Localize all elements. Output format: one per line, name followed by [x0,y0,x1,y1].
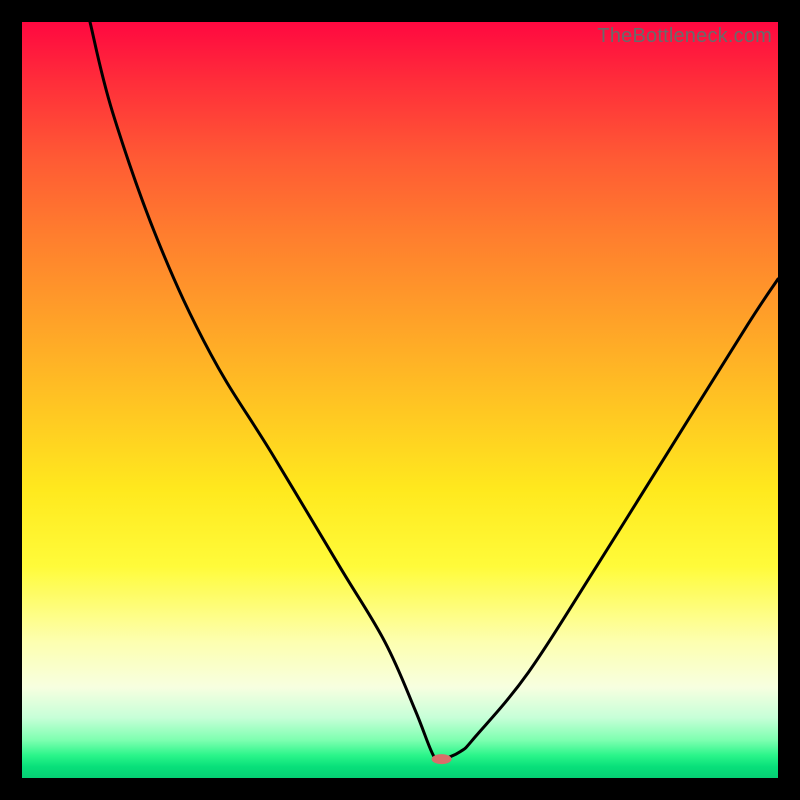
min-marker [432,754,452,764]
plot-area: TheBottleneck.com [22,22,778,778]
chart-frame: TheBottleneck.com [0,0,800,800]
bottleneck-curve [90,22,778,761]
chart-svg [22,22,778,778]
